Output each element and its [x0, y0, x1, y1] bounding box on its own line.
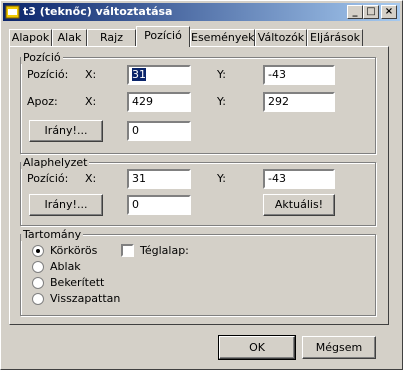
- dialog-window: t3 (teknőc) változtatása _ □ × Alapok Al…: [0, 0, 403, 370]
- pozicio-group: Pozíció Pozíció: X: 31 Y: -43 Apoz: X: 4…: [20, 51, 376, 154]
- apoz-label: Apoz:: [27, 95, 58, 108]
- pozicio-group-title: Pozíció: [21, 51, 63, 64]
- tab-panel: Pozíció Pozíció: X: 31 Y: -43 Apoz: X: 4…: [9, 46, 389, 325]
- close-button[interactable]: ×: [381, 5, 397, 19]
- radio-bekeritett[interactable]: [32, 277, 44, 289]
- pozicio-y-label: Y:: [217, 68, 226, 81]
- window-title: t3 (teknőc) változtatása: [23, 5, 173, 18]
- alaphelyzet-y-input[interactable]: -43: [263, 169, 335, 189]
- tartomany-group-title: Tartomány: [21, 228, 84, 241]
- cancel-button[interactable]: Mégsem: [302, 336, 376, 359]
- radio-ablak-label[interactable]: Ablak: [50, 260, 81, 273]
- radio-korkoros-label[interactable]: Körkörös: [50, 244, 97, 257]
- alaphelyzet-group-title: Alaphelyzet: [21, 156, 90, 169]
- alaphelyzet-irany-button[interactable]: Irány!...: [29, 194, 103, 216]
- tab-eljarasok[interactable]: Eljárások: [307, 29, 363, 46]
- apoz-x-input[interactable]: 429: [127, 92, 191, 112]
- alaphelyzet-x-input[interactable]: 31: [127, 169, 191, 189]
- tartomany-group: Tartomány Körkörös Ablak Bekerített Viss…: [20, 228, 376, 316]
- tab-alapok[interactable]: Alapok: [9, 29, 52, 46]
- teglalap-label[interactable]: Téglalap:: [140, 244, 189, 257]
- pozicio-y-input[interactable]: -43: [263, 65, 335, 85]
- radio-korkoros[interactable]: [32, 245, 44, 257]
- pozicio-x-input[interactable]: 31: [127, 65, 191, 85]
- radio-selected-dot: [36, 249, 40, 253]
- radio-ablak[interactable]: [32, 261, 44, 273]
- pozicio-irany-input[interactable]: 0: [127, 121, 191, 141]
- radio-visszapattan-label[interactable]: Visszapattan: [50, 292, 120, 305]
- pozicio-x-label: X:: [85, 68, 97, 81]
- radio-bekeritett-label[interactable]: Bekerített: [50, 276, 104, 289]
- apoz-x-label: X:: [85, 95, 97, 108]
- tab-esemenyek[interactable]: Események: [190, 29, 255, 46]
- title-bar[interactable]: t3 (teknőc) változtatása _ □ ×: [3, 3, 400, 21]
- alaphelyzet-pozicio-label: Pozíció:: [27, 172, 69, 185]
- maximize-button[interactable]: □: [363, 5, 379, 19]
- ok-button[interactable]: OK: [218, 335, 296, 360]
- tab-pozicio[interactable]: Pozíció: [136, 26, 190, 47]
- pozicio-irany-button[interactable]: Irány!...: [29, 120, 103, 142]
- apoz-y-label: Y:: [217, 95, 226, 108]
- aktualis-button[interactable]: Aktuális!: [263, 194, 335, 216]
- radio-visszapattan[interactable]: [32, 293, 44, 305]
- tab-alak[interactable]: Alak: [52, 29, 87, 46]
- app-icon: [5, 5, 20, 19]
- alaphelyzet-x-label: X:: [85, 172, 97, 185]
- tab-valtozok[interactable]: Változók: [255, 29, 307, 46]
- pozicio-label: Pozíció:: [27, 68, 69, 81]
- tab-rajz[interactable]: Rajz: [87, 29, 136, 46]
- alaphelyzet-irany-input[interactable]: 0: [127, 195, 191, 215]
- alaphelyzet-y-label: Y:: [217, 172, 226, 185]
- minimize-button[interactable]: _: [347, 5, 363, 19]
- teglalap-checkbox[interactable]: [121, 244, 134, 257]
- apoz-y-input[interactable]: 292: [263, 92, 335, 112]
- alaphelyzet-group: Alaphelyzet Pozíció: X: 31 Y: -43 Irány!…: [20, 156, 376, 226]
